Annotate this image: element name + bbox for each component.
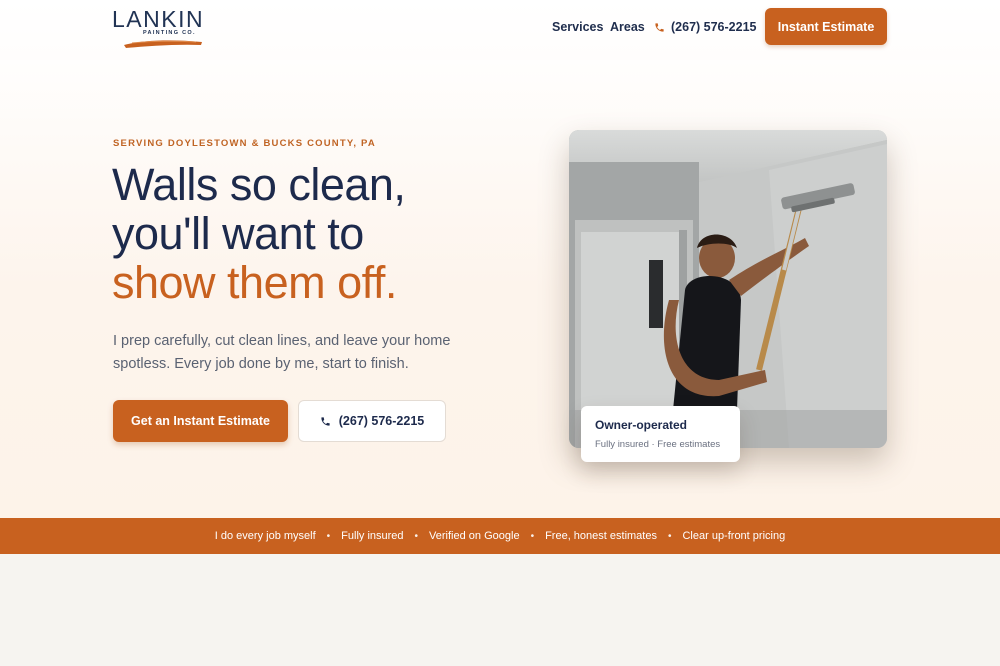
headline-line-1: Walls so clean, [112,159,406,210]
call-phone-label: (267) 576-2215 [338,414,425,428]
get-estimate-button[interactable]: Get an Instant Estimate [113,400,288,442]
headline-accent: show them off. [112,257,397,308]
trust-separator: • [414,530,419,542]
phone-icon [655,22,664,32]
hero-lede: I prep carefully, cut clean lines, and l… [113,333,451,372]
trust-item: Fully insured [341,530,404,542]
site-header: LANKIN PAINTING CO. Services Areas (267)… [0,0,1000,60]
nav-phone-link[interactable]: (267) 576-2215 [654,18,756,36]
hero-section: SERVING DOYLESTOWN & BUCKS COUNTY, PA Wa… [0,60,1000,518]
hero-eyebrow: SERVING DOYLESTOWN & BUCKS COUNTY, PA [113,138,376,149]
phone-icon [321,416,330,426]
nav-areas-link[interactable]: Areas [610,18,645,36]
nav-phone-number: (267) 576-2215 [671,20,757,34]
painter-photo-illustration [569,130,887,448]
trust-item: Clear up-front pricing [682,530,786,542]
trust-separator: • [326,530,331,542]
trust-item: I do every job myself [214,530,316,542]
nav-services-link[interactable]: Services [552,18,603,36]
trust-item: Free, honest estimates [545,530,657,542]
trust-strip: I do every job myself • Fully insured • … [0,518,1000,554]
instant-estimate-button[interactable]: Instant Estimate [765,8,887,45]
brush-stroke-icon [124,40,202,48]
trust-item: Verified on Google [429,530,520,542]
painter-photo [569,130,887,448]
hero-headline: Walls so clean, you'll want to show them… [112,160,532,307]
badge-subtitle: Fully insured · Free estimates [595,439,721,450]
call-phone-button[interactable]: (267) 576-2215 [298,400,446,442]
logo-wordmark: LANKIN [112,6,205,32]
badge-title: Owner-operated [595,418,688,432]
trust-separator: • [530,530,535,542]
next-section [0,554,1000,666]
logo-tagline: PAINTING CO. [143,30,196,36]
trust-separator: • [667,530,672,542]
headline-line-2: you'll want to [112,208,364,259]
logo[interactable]: LANKIN PAINTING CO. [112,6,222,48]
owner-operated-badge: Owner-operated Fully insured · Free esti… [581,406,740,462]
